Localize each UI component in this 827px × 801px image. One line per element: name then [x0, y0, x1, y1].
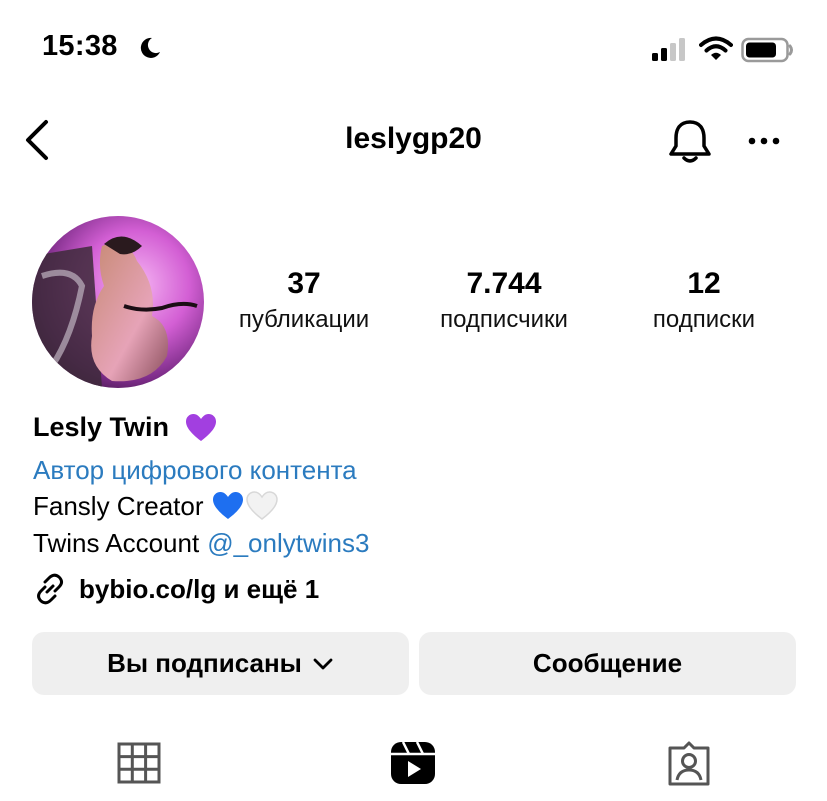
white-heart-icon [245, 491, 278, 520]
stat-followers[interactable]: 7.744 подписчики [414, 266, 594, 338]
link-icon [37, 573, 63, 605]
message-button-label: Сообщение [532, 648, 683, 678]
following-count: 12 [687, 267, 721, 300]
purple-heart-icon [186, 413, 217, 441]
bell-icon[interactable] [666, 116, 714, 166]
more-icon[interactable] [744, 126, 784, 156]
bio-name-row: Lesly Twin [33, 412, 217, 443]
tagged-icon[interactable] [666, 740, 712, 786]
followers-count: 7.744 [466, 267, 542, 300]
message-button[interactable]: Сообщение [419, 632, 796, 695]
bio-name: Lesly Twin [33, 412, 170, 442]
bio-line-fansly: Fansly Creator [33, 490, 278, 522]
bio-line-fansly-text: Fansly Creator [33, 491, 204, 521]
following-button[interactable]: Вы подписаны [32, 632, 409, 695]
following-button-label: Вы подписаны [107, 648, 302, 678]
bio-mention-link[interactable]: @_onlytwins3 [207, 527, 369, 559]
bio-line-twins: Twins Account @_onlytwins3 [33, 527, 369, 559]
following-label: подписки [652, 306, 756, 333]
bio-category[interactable]: Автор цифрового контента [33, 454, 357, 486]
battery-icon [741, 37, 793, 63]
profile-avatar[interactable] [32, 216, 204, 388]
reels-icon[interactable] [390, 740, 436, 786]
bio-link-text: bybio.co/lg и ещё 1 [79, 573, 320, 604]
posts-label: публикации [238, 306, 370, 333]
wifi-icon [699, 36, 733, 60]
chevron-down-icon [313, 658, 333, 669]
moon-icon [140, 37, 160, 58]
signal-icon [652, 38, 685, 61]
blue-heart-icon [212, 492, 243, 519]
bio-line-twins-text: Twins Account [33, 528, 200, 558]
bio-external-link[interactable]: bybio.co/lg и ещё 1 [33, 572, 319, 606]
followers-label: подписчики [440, 306, 568, 333]
stat-following[interactable]: 12 подписки [624, 266, 784, 338]
stat-posts[interactable]: 37 публикации [214, 266, 394, 338]
posts-count: 37 [287, 267, 321, 300]
status-time: 15:38 [42, 30, 118, 62]
grid-icon[interactable] [116, 740, 162, 786]
